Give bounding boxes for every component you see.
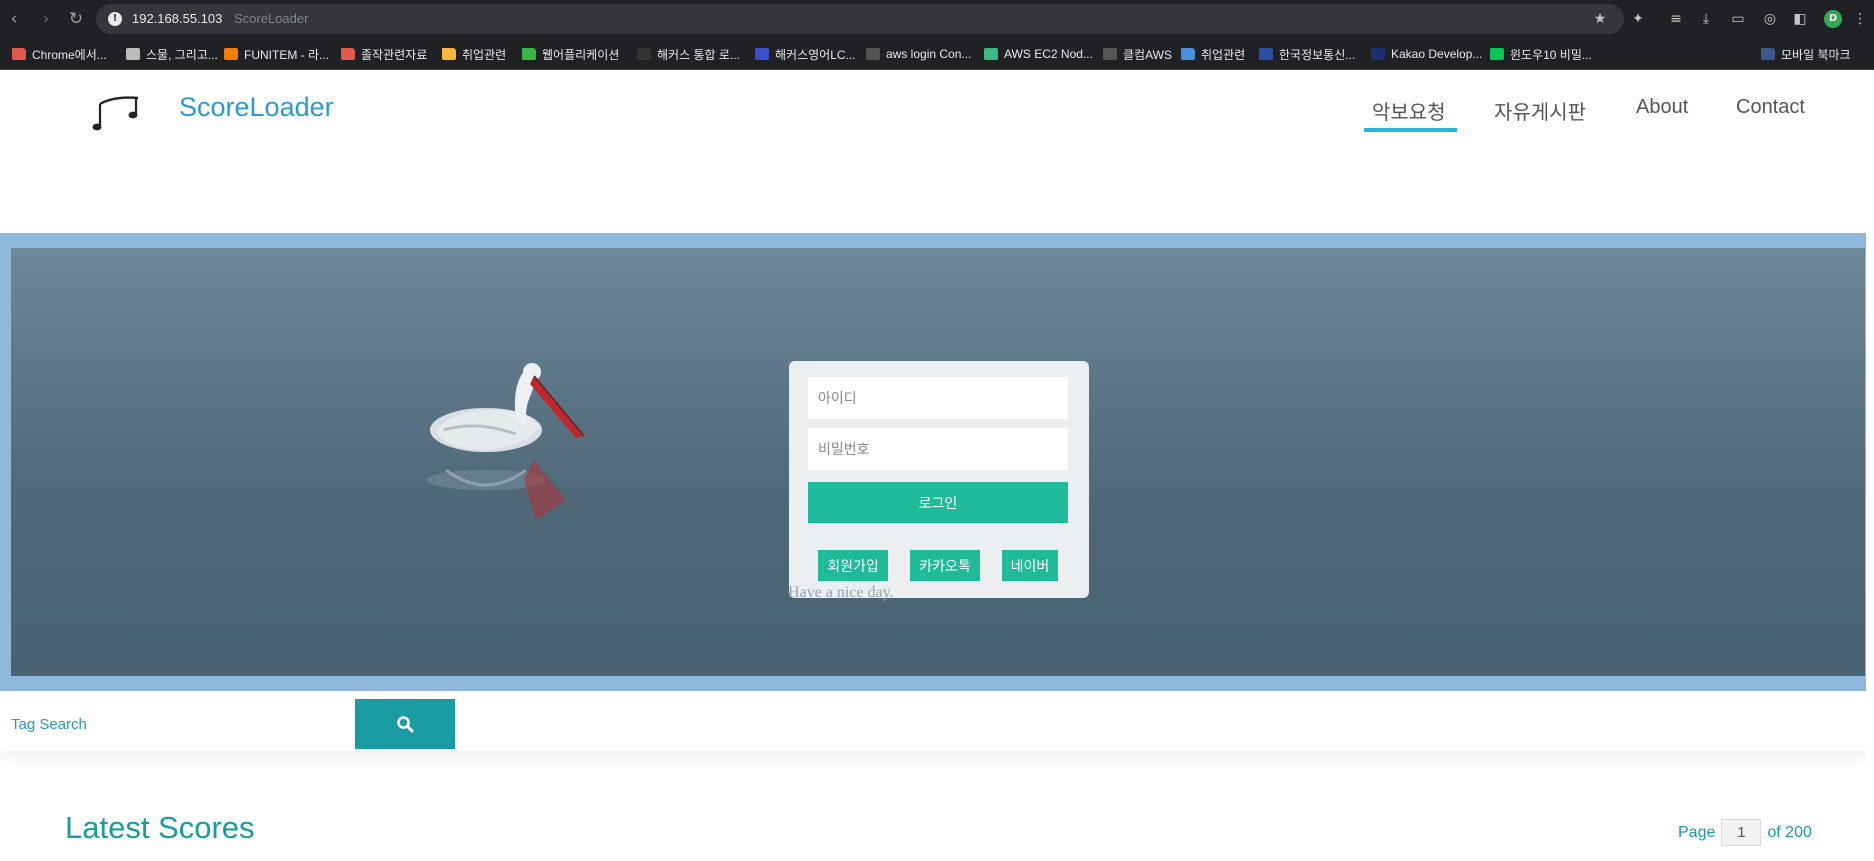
aws-icon bbox=[1103, 48, 1117, 60]
greeting-text: Have a nice day. bbox=[788, 584, 894, 601]
browser-toolbar: ‹ › ↻ ! 192.168.55.103 ScoreLoader ★ ✦ ≡… bbox=[0, 0, 1874, 38]
extensions-icon[interactable]: ✦ bbox=[1628, 9, 1648, 29]
page-label: Page bbox=[1678, 823, 1716, 841]
folder-icon bbox=[1761, 48, 1775, 60]
tag-search-bar: Tag Search bbox=[0, 691, 1874, 751]
bookmark-label: 스물, 그리고... bbox=[146, 47, 218, 62]
menu-about[interactable]: About bbox=[1636, 96, 1688, 119]
page-scrollbar[interactable] bbox=[1866, 70, 1874, 861]
hero-image: 아이디 비밀번호 로그인 회원가입 카카오톡 네이버 Have a nice d… bbox=[11, 248, 1865, 676]
address-bar[interactable]: ! 192.168.55.103 ScoreLoader ★ bbox=[96, 4, 1624, 34]
bookmarks-bar: Chrome에서... 스물, 그리고... FUNITEM - 라... 졸작관련자… bbox=[0, 38, 1874, 70]
screenshot-icon[interactable]: ◎ bbox=[1760, 9, 1780, 29]
menu-contact[interactable]: Contact bbox=[1736, 96, 1805, 119]
more-menu-icon[interactable]: ⋮ bbox=[1850, 9, 1870, 29]
bookmark-label: 취업관련 bbox=[1201, 47, 1246, 62]
pelican-illustration bbox=[426, 363, 585, 520]
bookmark-label: 웹어플리케이션 bbox=[542, 47, 620, 62]
search-button[interactable] bbox=[355, 699, 455, 749]
dots-icon bbox=[126, 48, 140, 60]
url-text: 192.168.55.103 bbox=[132, 11, 223, 26]
cast-icon[interactable]: ▭ bbox=[1728, 9, 1748, 29]
login-panel: 아이디 비밀번호 로그인 회원가입 카카오톡 네이버 bbox=[789, 361, 1089, 598]
folder-icon bbox=[12, 48, 26, 60]
folder-icon bbox=[522, 48, 536, 60]
bookmark-label: 해커스영어LC... bbox=[775, 47, 856, 62]
page-number-input[interactable]: 1 bbox=[1721, 819, 1762, 846]
reading-list-icon[interactable]: ≡ bbox=[1666, 9, 1686, 29]
back-icon[interactable]: ‹ bbox=[3, 8, 25, 30]
kica-icon bbox=[1259, 48, 1273, 60]
menu-score-request[interactable]: 악보요청 bbox=[1372, 96, 1446, 125]
search-icon bbox=[397, 716, 414, 733]
reload-icon[interactable]: ↻ bbox=[65, 8, 87, 30]
side-panel-icon[interactable]: ◧ bbox=[1790, 9, 1810, 29]
bookmark-item[interactable]: 윈도우10 비밀... bbox=[1490, 46, 1592, 62]
profile-avatar[interactable]: D bbox=[1824, 10, 1842, 28]
bookmark-item[interactable]: aws login Con... bbox=[866, 46, 971, 62]
music-note-logo-icon[interactable] bbox=[92, 92, 142, 132]
h-icon bbox=[755, 48, 769, 60]
bookmark-item[interactable]: 웹어플리케이션 bbox=[522, 46, 619, 62]
hackers-icon bbox=[637, 48, 651, 60]
login-button[interactable]: 로그인 bbox=[808, 482, 1068, 523]
bookmark-label: Chrome에서... bbox=[32, 47, 107, 62]
bookmark-item[interactable]: Chrome에서... bbox=[12, 46, 107, 62]
bookmark-label: 윈도우10 비밀... bbox=[1510, 47, 1592, 62]
folder-icon bbox=[1181, 48, 1195, 60]
latest-scores-title: Latest Scores bbox=[65, 810, 255, 845]
bookmark-label: Kakao Develop... bbox=[1391, 47, 1483, 61]
folder-icon bbox=[341, 48, 355, 60]
tag-search-input[interactable]: Tag Search bbox=[0, 699, 355, 749]
v-icon bbox=[984, 48, 998, 60]
page-title-text: ScoreLoader bbox=[234, 11, 309, 26]
forward-icon[interactable]: › bbox=[35, 8, 57, 30]
bookmark-label: 클컴AWS bbox=[1123, 47, 1172, 62]
signup-button[interactable]: 회원가입 bbox=[818, 550, 888, 581]
pagination: Page 1 of 200 bbox=[1678, 819, 1812, 846]
bookmark-label: aws login Con... bbox=[886, 47, 972, 61]
bookmark-item[interactable]: FUNITEM - 라... bbox=[224, 46, 329, 62]
blogger-icon bbox=[224, 48, 238, 60]
mobile-bookmarks-label: 모바일 북마크 bbox=[1781, 47, 1851, 62]
bookmark-item[interactable]: AWS EC2 Nod... bbox=[984, 46, 1093, 62]
active-menu-underline bbox=[1364, 128, 1457, 132]
hero-section: 아이디 비밀번호 로그인 회원가입 카카오톡 네이버 Have a nice d… bbox=[0, 233, 1874, 691]
bookmark-label: FUNITEM - 라... bbox=[244, 47, 330, 62]
brand-title[interactable]: ScoreLoader bbox=[179, 92, 334, 123]
download-icon[interactable]: ⤓ bbox=[1696, 9, 1716, 29]
bookmark-item[interactable]: 해커스영어LC... bbox=[755, 46, 856, 62]
bookmark-item[interactable]: 취업관련 bbox=[442, 46, 506, 62]
bookmark-item[interactable]: 한국정보통신... bbox=[1259, 46, 1355, 62]
bookmark-label: 한국정보통신... bbox=[1279, 47, 1356, 62]
bookmark-label: 졸작관련자료 bbox=[361, 47, 428, 62]
id-input[interactable]: 아이디 bbox=[808, 377, 1068, 419]
kakao-login-button[interactable]: 카카오톡 bbox=[910, 550, 980, 581]
bookmark-item[interactable]: 스물, 그리고... bbox=[126, 46, 218, 62]
menu-free-board[interactable]: 자유게시판 bbox=[1494, 96, 1586, 125]
bookmark-label: 취업관련 bbox=[462, 47, 507, 62]
site-info-icon[interactable]: ! bbox=[108, 12, 122, 26]
bookmark-item[interactable]: 클컴AWS bbox=[1103, 46, 1172, 62]
bookmark-item[interactable]: 취업관련 bbox=[1181, 46, 1245, 62]
bookmark-item[interactable]: Kakao Develop... bbox=[1371, 46, 1482, 62]
mobile-bookmarks[interactable]: 모바일 북마크 bbox=[1761, 46, 1851, 62]
aws-icon bbox=[866, 48, 880, 60]
page-total-label: of 200 bbox=[1767, 823, 1812, 841]
folder-icon bbox=[442, 48, 456, 60]
bookmark-label: AWS EC2 Nod... bbox=[1004, 47, 1093, 61]
k-icon bbox=[1371, 48, 1385, 60]
line-icon bbox=[1490, 48, 1504, 60]
bookmark-item[interactable]: 해커스 통합 로... bbox=[637, 46, 740, 62]
password-input[interactable]: 비밀번호 bbox=[808, 428, 1068, 470]
bookmark-star-icon[interactable]: ★ bbox=[1591, 10, 1609, 28]
bookmark-label: 해커스 통합 로... bbox=[657, 47, 740, 62]
bookmark-item[interactable]: 졸작관련자료 bbox=[341, 46, 427, 62]
naver-login-button[interactable]: 네이버 bbox=[1002, 550, 1058, 581]
